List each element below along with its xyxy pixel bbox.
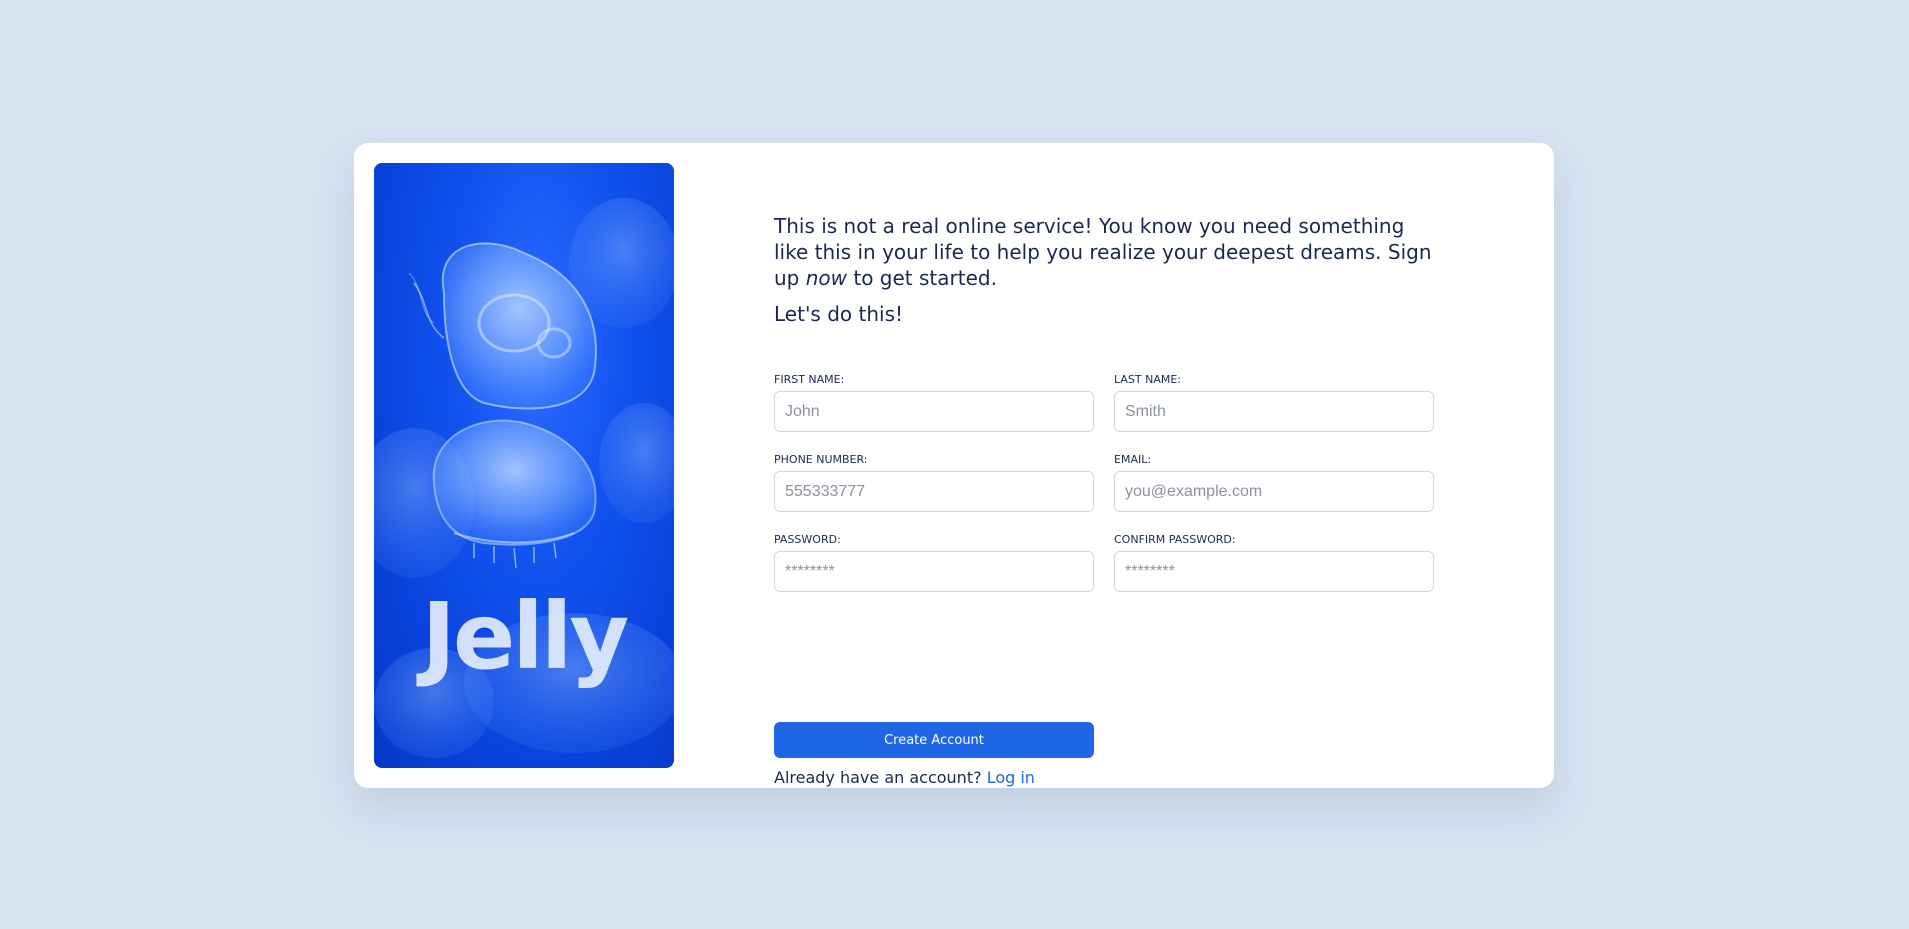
email-group: EMAIL: <box>1114 453 1434 512</box>
email-input[interactable] <box>1114 471 1434 512</box>
signup-content: This is not a real online service! You k… <box>774 213 1434 787</box>
intro-text: This is not a real online service! You k… <box>774 214 1432 290</box>
first-name-group: FIRST NAME: <box>774 373 1094 432</box>
brand-logo: Jelly <box>421 583 630 690</box>
first-name-input[interactable] <box>774 391 1094 432</box>
phone-label: PHONE NUMBER: <box>774 453 868 466</box>
phone-input[interactable] <box>774 471 1094 512</box>
intro-emphasis: now <box>805 266 848 290</box>
last-name-group: LAST NAME: <box>1114 373 1434 432</box>
first-name-label: FIRST NAME: <box>774 373 845 386</box>
password-label: PASSWORD: <box>774 533 841 546</box>
login-prompt-text: Already have an account? <box>774 768 982 787</box>
last-name-label: LAST NAME: <box>1114 373 1182 386</box>
signup-card: Jelly This is not a real online service!… <box>354 143 1554 788</box>
phone-group: PHONE NUMBER: <box>774 453 1094 512</box>
create-account-button[interactable]: Create Account <box>774 722 1094 758</box>
login-prompt: Already have an account? Log in <box>774 768 1035 787</box>
hero-panel: Jelly <box>374 163 674 768</box>
password-input[interactable] <box>774 551 1094 592</box>
confirm-password-group: CONFIRM PASSWORD: <box>1114 533 1434 592</box>
tagline: Let's do this! <box>774 302 904 326</box>
last-name-input[interactable] <box>1114 391 1434 432</box>
confirm-password-input[interactable] <box>1114 551 1434 592</box>
confirm-password-label: CONFIRM PASSWORD: <box>1114 533 1236 546</box>
email-label: EMAIL: <box>1114 453 1152 466</box>
login-link[interactable]: Log in <box>987 768 1035 787</box>
password-group: PASSWORD: <box>774 533 1094 592</box>
